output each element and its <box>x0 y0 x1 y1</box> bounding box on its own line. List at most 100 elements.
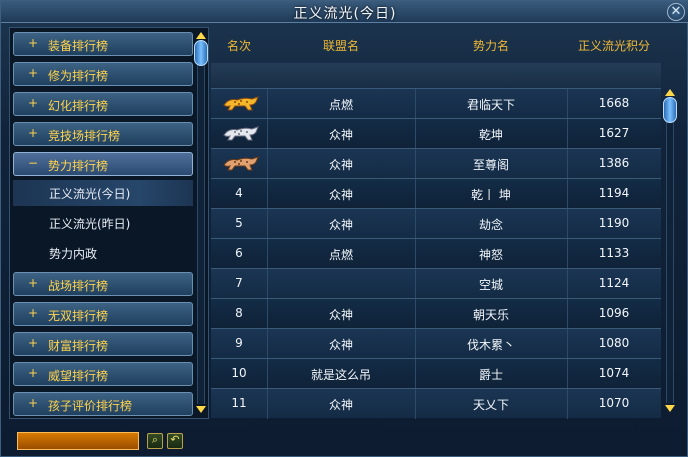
table-row[interactable]: 5 众神 劫念 1190 <box>211 208 661 239</box>
cell-alliance: 众神 <box>328 188 353 202</box>
table-row[interactable]: 众神 至尊阁 1386 <box>211 148 661 179</box>
scroll-up-icon[interactable] <box>196 32 206 39</box>
sidebar-item-arena[interactable]: + 竞技场排行榜 <box>13 122 193 146</box>
gold-leopard-icon <box>223 96 259 111</box>
cell-alliance: 众神 <box>328 218 353 232</box>
cell-rank: 10 <box>231 366 247 380</box>
cell-score: 1386 <box>598 156 630 170</box>
cell-rank: 4 <box>235 186 243 200</box>
table-row[interactable]: 6 点燃 神怒 1133 <box>211 238 661 269</box>
window-title: 正义流光(今日) <box>293 6 397 22</box>
cell-faction: 乾丨 坤 <box>471 188 511 202</box>
cell-alliance: 就是这么吊 <box>310 368 371 382</box>
cell-score: 1190 <box>598 216 630 230</box>
table-scrollbar[interactable] <box>663 89 677 415</box>
sidebar-item-label: 孩子评价排行榜 <box>48 399 133 413</box>
cell-faction: 爵士 <box>478 368 503 382</box>
cell-score: 1096 <box>598 306 630 320</box>
scroll-down-icon[interactable] <box>665 405 675 412</box>
expand-icon: + <box>28 366 39 380</box>
sub-item-justice-today[interactable]: 正义流光(今日) <box>13 180 193 206</box>
table-row[interactable]: 4 众神 乾丨 坤 1194 <box>211 178 661 209</box>
sub-item-label: 势力内政 <box>49 247 98 261</box>
expand-icon: + <box>28 96 39 110</box>
sidebar-item-label: 竞技场排行榜 <box>48 129 121 143</box>
sidebar-item-transmog[interactable]: + 幻化排行榜 <box>13 92 193 116</box>
ranking-table: 名次 联盟名 势力名 正义流光积分 点燃 君临天下 1668 众神 乾坤 1627 众神 至尊… <box>211 27 685 419</box>
expand-icon: + <box>28 36 39 50</box>
table-header: 名次 联盟名 势力名 正义流光积分 <box>211 27 661 63</box>
table-row[interactable]: 11 众神 天乂下 1070 <box>211 388 661 419</box>
cell-faction: 乾坤 <box>478 128 503 142</box>
table-row[interactable]: 10 就是这么吊 爵士 1074 <box>211 358 661 389</box>
table-row[interactable]: 9 众神 伐木累丶 1080 <box>211 328 661 359</box>
cell-faction: 劫念 <box>478 218 503 232</box>
expand-icon: + <box>28 396 39 410</box>
search-icon: ⌕ <box>151 433 159 446</box>
sidebar-item-cultivation[interactable]: + 修为排行榜 <box>13 62 193 86</box>
sub-item-justice-yesterday[interactable]: 正义流光(昨日) <box>13 210 193 236</box>
sidebar-item-label: 幻化排行榜 <box>48 99 109 113</box>
sidebar-item-child-rating[interactable]: + 孩子评价排行榜 <box>13 392 193 416</box>
expand-icon: + <box>28 336 39 350</box>
sidebar-item-label: 威望排行榜 <box>48 369 109 383</box>
table-row[interactable]: 点燃 君临天下 1668 <box>211 88 661 119</box>
header-rank: 名次 <box>226 39 251 53</box>
column-divider <box>267 269 268 299</box>
close-icon[interactable]: ✕ <box>667 3 685 21</box>
cell-alliance: 众神 <box>328 338 353 352</box>
table-row[interactable]: 7 空城 1124 <box>211 268 661 299</box>
sidebar-item-label: 财富排行榜 <box>48 339 109 353</box>
scroll-thumb[interactable] <box>663 97 677 123</box>
cell-rank: 5 <box>235 216 243 230</box>
cell-score: 1074 <box>598 366 630 380</box>
cell-score: 1080 <box>598 336 630 350</box>
cell-faction: 天乂下 <box>472 398 509 412</box>
scroll-track[interactable] <box>666 99 674 403</box>
collapse-icon: − <box>28 156 39 170</box>
header-faction: 势力名 <box>472 39 509 53</box>
bronze-leopard-icon <box>223 156 259 171</box>
scroll-thumb[interactable] <box>194 40 208 66</box>
sidebar-item-wealth[interactable]: + 财富排行榜 <box>13 332 193 356</box>
cell-faction: 君临天下 <box>466 98 515 112</box>
cell-alliance: 众神 <box>328 128 353 142</box>
search-input[interactable] <box>17 432 139 450</box>
sidebar-scrollbar[interactable] <box>194 30 208 416</box>
sidebar-item-prestige[interactable]: + 威望排行榜 <box>13 362 193 386</box>
back-icon: ↶ <box>170 433 180 446</box>
sub-item-label: 正义流光(今日) <box>49 187 131 201</box>
leaderboard-window: 正义流光(今日) ✕ + 装备排行榜 + 修为排行榜 + 幻化排行榜 + 竞技场… <box>0 0 688 457</box>
sidebar-item-label: 战场排行榜 <box>48 279 109 293</box>
sidebar-item-wushuang[interactable]: + 无双排行榜 <box>13 302 193 326</box>
cell-rank: 7 <box>235 276 243 290</box>
cell-faction: 神怒 <box>478 248 503 262</box>
cell-score: 1668 <box>598 96 630 110</box>
sidebar-item-battlefield[interactable]: + 战场排行榜 <box>13 272 193 296</box>
cell-score: 1627 <box>598 126 630 140</box>
sub-item-faction-affairs[interactable]: 势力内政 <box>13 240 193 266</box>
cell-score: 1194 <box>598 186 630 200</box>
cell-alliance: 众神 <box>328 158 353 172</box>
scroll-down-icon[interactable] <box>196 406 206 413</box>
back-button[interactable]: ↶ <box>167 433 183 449</box>
sidebar-item-equipment[interactable]: + 装备排行榜 <box>13 32 193 56</box>
search-button[interactable]: ⌕ <box>147 433 163 449</box>
sidebar-item-faction[interactable]: − 势力排行榜 <box>13 152 193 176</box>
cell-rank: 9 <box>235 336 243 350</box>
cell-rank: 8 <box>235 306 243 320</box>
sidebar-item-label: 装备排行榜 <box>48 39 109 53</box>
cell-score: 1133 <box>598 246 630 260</box>
sidebar-item-label: 修为排行榜 <box>48 69 109 83</box>
scroll-up-icon[interactable] <box>665 89 675 96</box>
table-row[interactable]: 众神 乾坤 1627 <box>211 118 661 149</box>
sidebar-item-label: 无双排行榜 <box>48 309 109 323</box>
cell-alliance: 众神 <box>328 308 353 322</box>
scroll-track[interactable] <box>197 42 205 404</box>
category-sidebar: + 装备排行榜 + 修为排行榜 + 幻化排行榜 + 竞技场排行榜 − 势力排行榜… <box>9 27 209 419</box>
expand-icon: + <box>28 66 39 80</box>
cell-alliance: 点燃 <box>328 98 353 112</box>
sub-item-label: 正义流光(昨日) <box>49 217 131 231</box>
silver-leopard-icon <box>223 126 259 141</box>
table-row[interactable]: 8 众神 朝天乐 1096 <box>211 298 661 329</box>
